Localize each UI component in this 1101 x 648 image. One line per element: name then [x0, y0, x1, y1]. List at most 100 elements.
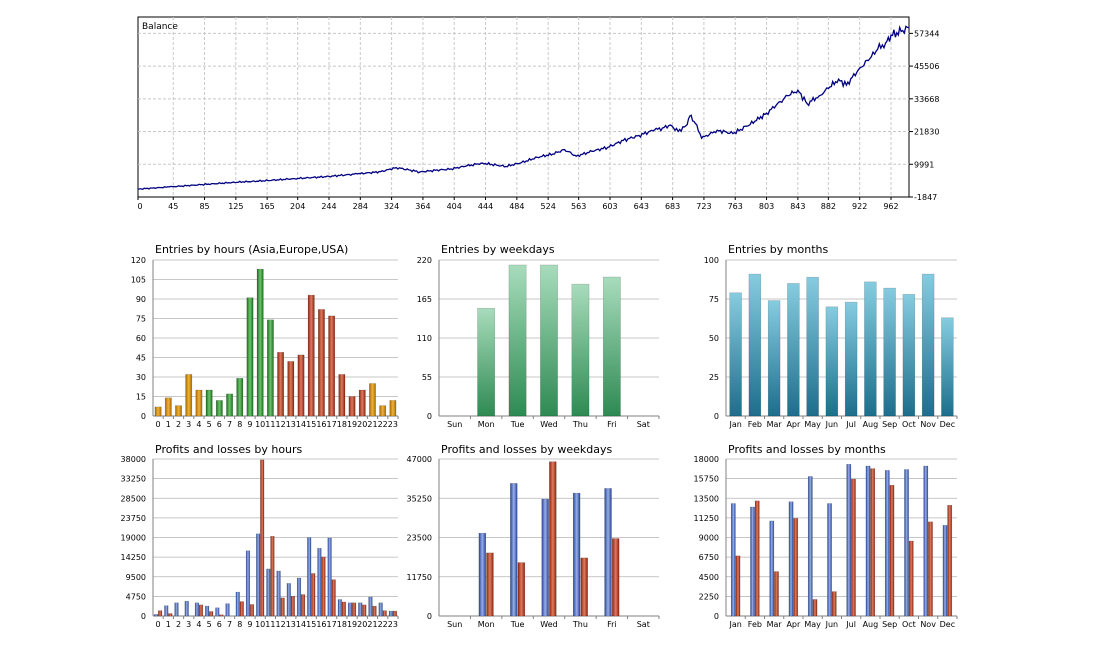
profits-losses-by-weekdays-bar-series-1	[572, 492, 581, 617]
profits-losses-by-months-bar-series-1	[750, 506, 755, 617]
entries-by-hours-bar	[175, 405, 182, 417]
profits-losses-by-weekdays-bar-series-1	[478, 532, 487, 617]
profits-losses-by-months-bar-series-1	[807, 476, 813, 617]
balance-plot-frame	[137, 16, 910, 198]
profits-losses-by-hours-bar-series-1	[266, 568, 271, 617]
entries-by-hours-bar	[154, 406, 162, 417]
profits-losses-by-months-x-tick-label: Apr	[786, 620, 801, 629]
profits-losses-by-weekdays-x-tick-label: Tue	[510, 620, 525, 629]
profits-losses-by-weekdays-y-tick-label: 0	[427, 612, 432, 621]
profits-losses-by-hours-bar-series-2	[290, 595, 295, 617]
entries-by-hours-bar	[348, 396, 356, 417]
profits-losses-by-hours-x-tick-label: 1	[166, 620, 171, 629]
profits-losses-by-months-x-tick-label: Jul	[845, 620, 856, 629]
balance-x-tick-label: 45	[168, 202, 178, 211]
profits-losses-by-weekdays-bar-series-1	[541, 498, 549, 617]
profits-losses-by-hours-bar-series-2	[392, 610, 398, 617]
entries-by-hours-x-tick-label: 23	[388, 420, 398, 429]
profits-losses-by-hours-bar-series-1	[368, 596, 373, 617]
entries-by-months-y-tick-label: 75	[709, 295, 719, 304]
profits-losses-by-weekdays-title: Profits and losses by weekdays	[441, 443, 612, 456]
profits-losses-by-hours-bar-series-1	[286, 583, 291, 617]
entries-by-hours-bar	[256, 268, 264, 417]
profits-losses-by-months-x-tick-label: Jun	[825, 620, 839, 629]
entries-by-months-y-tick-label: 0	[714, 412, 719, 421]
entries-by-hours-x-tick-label: 22	[378, 420, 388, 429]
balance-x-tick-label: 404	[447, 202, 462, 211]
profits-losses-by-hours-bar-series-2	[331, 579, 336, 617]
entries-by-hours-bar	[215, 400, 223, 417]
entries-by-weekdays-x-tick-label: Thu	[572, 420, 588, 429]
profits-losses-by-weekdays-y-tick-label: 47000	[407, 455, 432, 464]
entries-by-weekdays-bar	[508, 264, 527, 417]
balance-y-tick-label: 21830	[914, 128, 939, 137]
balance-y-tick-label: 45506	[914, 62, 939, 71]
entries-by-weekdays-bar	[477, 307, 496, 417]
profits-losses-by-hours-bar-series-1	[215, 607, 220, 617]
entries-by-months-x-tick-label: Jun	[825, 420, 839, 429]
entries-by-months-bar	[767, 300, 781, 417]
entries-by-months-y-tick-label: 25	[709, 373, 719, 382]
entries-by-hours-x-tick-label: 15	[306, 420, 316, 429]
profits-losses-by-months-y-tick-label: 2250	[699, 592, 719, 601]
balance-x-tick-label: 284	[353, 202, 368, 211]
entries-by-hours-x-tick-label: 3	[186, 420, 191, 429]
report-canvas: 573444550633668218309991-18470 45 85 125 165…	[121, 16, 958, 629]
balance-y-tick-label: -1847	[914, 193, 937, 202]
balance-y-tick-label: 9991	[914, 160, 934, 169]
profits-losses-by-weekdays-x-tick-label: Fri	[607, 620, 617, 629]
profits-losses-by-months-bar-series-2	[793, 518, 799, 617]
profits-losses-by-hours-x-tick-label: 15	[306, 620, 316, 629]
profits-losses-by-hours-bar-series-1	[347, 602, 353, 617]
entries-by-weekdays-bar	[602, 276, 621, 417]
entries-by-hours-x-tick-label: 19	[347, 420, 357, 429]
entries-by-hours-bar	[307, 294, 315, 417]
profits-losses-by-hours-bar-series-1	[174, 602, 179, 617]
profits-losses-by-hours-bar-series-2	[249, 604, 255, 617]
entries-by-hours-chart: 12010590756045301500 1 2 3 4 5 6 7 8 9 10 11 12 13 14 1…	[131, 243, 399, 429]
entries-by-hours-x-tick-label: 18	[337, 420, 347, 429]
profits-losses-by-hours-y-tick-label: 14250	[121, 553, 146, 562]
profits-losses-by-hours-bar-series-2	[260, 459, 265, 617]
profits-losses-by-months-x-tick-label: Oct	[902, 620, 916, 629]
entries-by-months-y-tick-label: 100	[704, 256, 719, 265]
profits-losses-by-hours-bar-series-1	[327, 537, 332, 617]
balance-x-tick-label: 444	[478, 202, 493, 211]
profits-losses-by-months-y-tick-label: 13500	[694, 494, 719, 503]
profits-losses-by-hours-bar-series-1	[194, 602, 200, 617]
profits-losses-by-hours-x-tick-label: 0	[156, 620, 161, 629]
profits-losses-by-weekdays-y-tick-label: 35250	[407, 494, 432, 503]
entries-by-hours-y-tick-label: 105	[131, 276, 146, 285]
entries-by-weekdays-x-tick-label: Mon	[478, 420, 495, 429]
entries-by-weekdays-x-tick-label: Tue	[510, 420, 525, 429]
profits-losses-by-months-chart: 18000 15750 13500 11250 9000 6750 4500 2250 0 Jan…	[694, 443, 958, 629]
entries-by-hours-bar	[236, 378, 244, 417]
entries-by-months-x-tick-label: Dec	[940, 420, 955, 429]
entries-by-months-bar	[787, 283, 800, 417]
entries-by-hours-bar	[297, 354, 305, 417]
entries-by-hours-x-tick-label: 20	[357, 420, 367, 429]
profits-losses-by-months-title: Profits and losses by months	[728, 443, 886, 456]
balance-x-tick-label: 962	[883, 202, 898, 211]
entries-by-hours-bar	[226, 393, 233, 417]
profits-losses-by-hours-x-tick-label: 23	[388, 620, 398, 629]
entries-by-months-bar	[729, 292, 742, 417]
entries-by-hours-x-tick-label: 12	[276, 420, 286, 429]
balance-x-tick-label: 204	[290, 202, 305, 211]
profits-losses-by-hours-bar-series-2	[341, 601, 346, 617]
entries-by-weekdays-y-tick-label: 55	[422, 373, 432, 382]
entries-by-weekdays-bar	[540, 264, 558, 417]
balance-x-tick-label: 922	[852, 202, 867, 211]
entries-by-months-bar	[864, 281, 877, 417]
profits-losses-by-hours-x-tick-label: 13	[286, 620, 296, 629]
entries-by-hours-x-tick-label: 6	[217, 420, 222, 429]
entries-by-hours-x-tick-label: 2	[176, 420, 181, 429]
balance-x-tick-label: 85	[199, 202, 209, 211]
profits-losses-by-hours-x-tick-label: 12	[276, 620, 286, 629]
profits-losses-by-months-y-tick-label: 9000	[699, 534, 719, 543]
profits-losses-by-weekdays-bar-series-1	[604, 488, 612, 617]
entries-by-weekdays-chart: 220 165 110 55 0 Sun Mon Tue Wed Thu Fri Sat Entries…	[417, 243, 660, 429]
entries-by-weekdays-x-tick-label: Fri	[607, 420, 617, 429]
profits-losses-by-hours-bar-series-2	[219, 614, 224, 617]
entries-by-weekdays-bar	[571, 283, 590, 417]
